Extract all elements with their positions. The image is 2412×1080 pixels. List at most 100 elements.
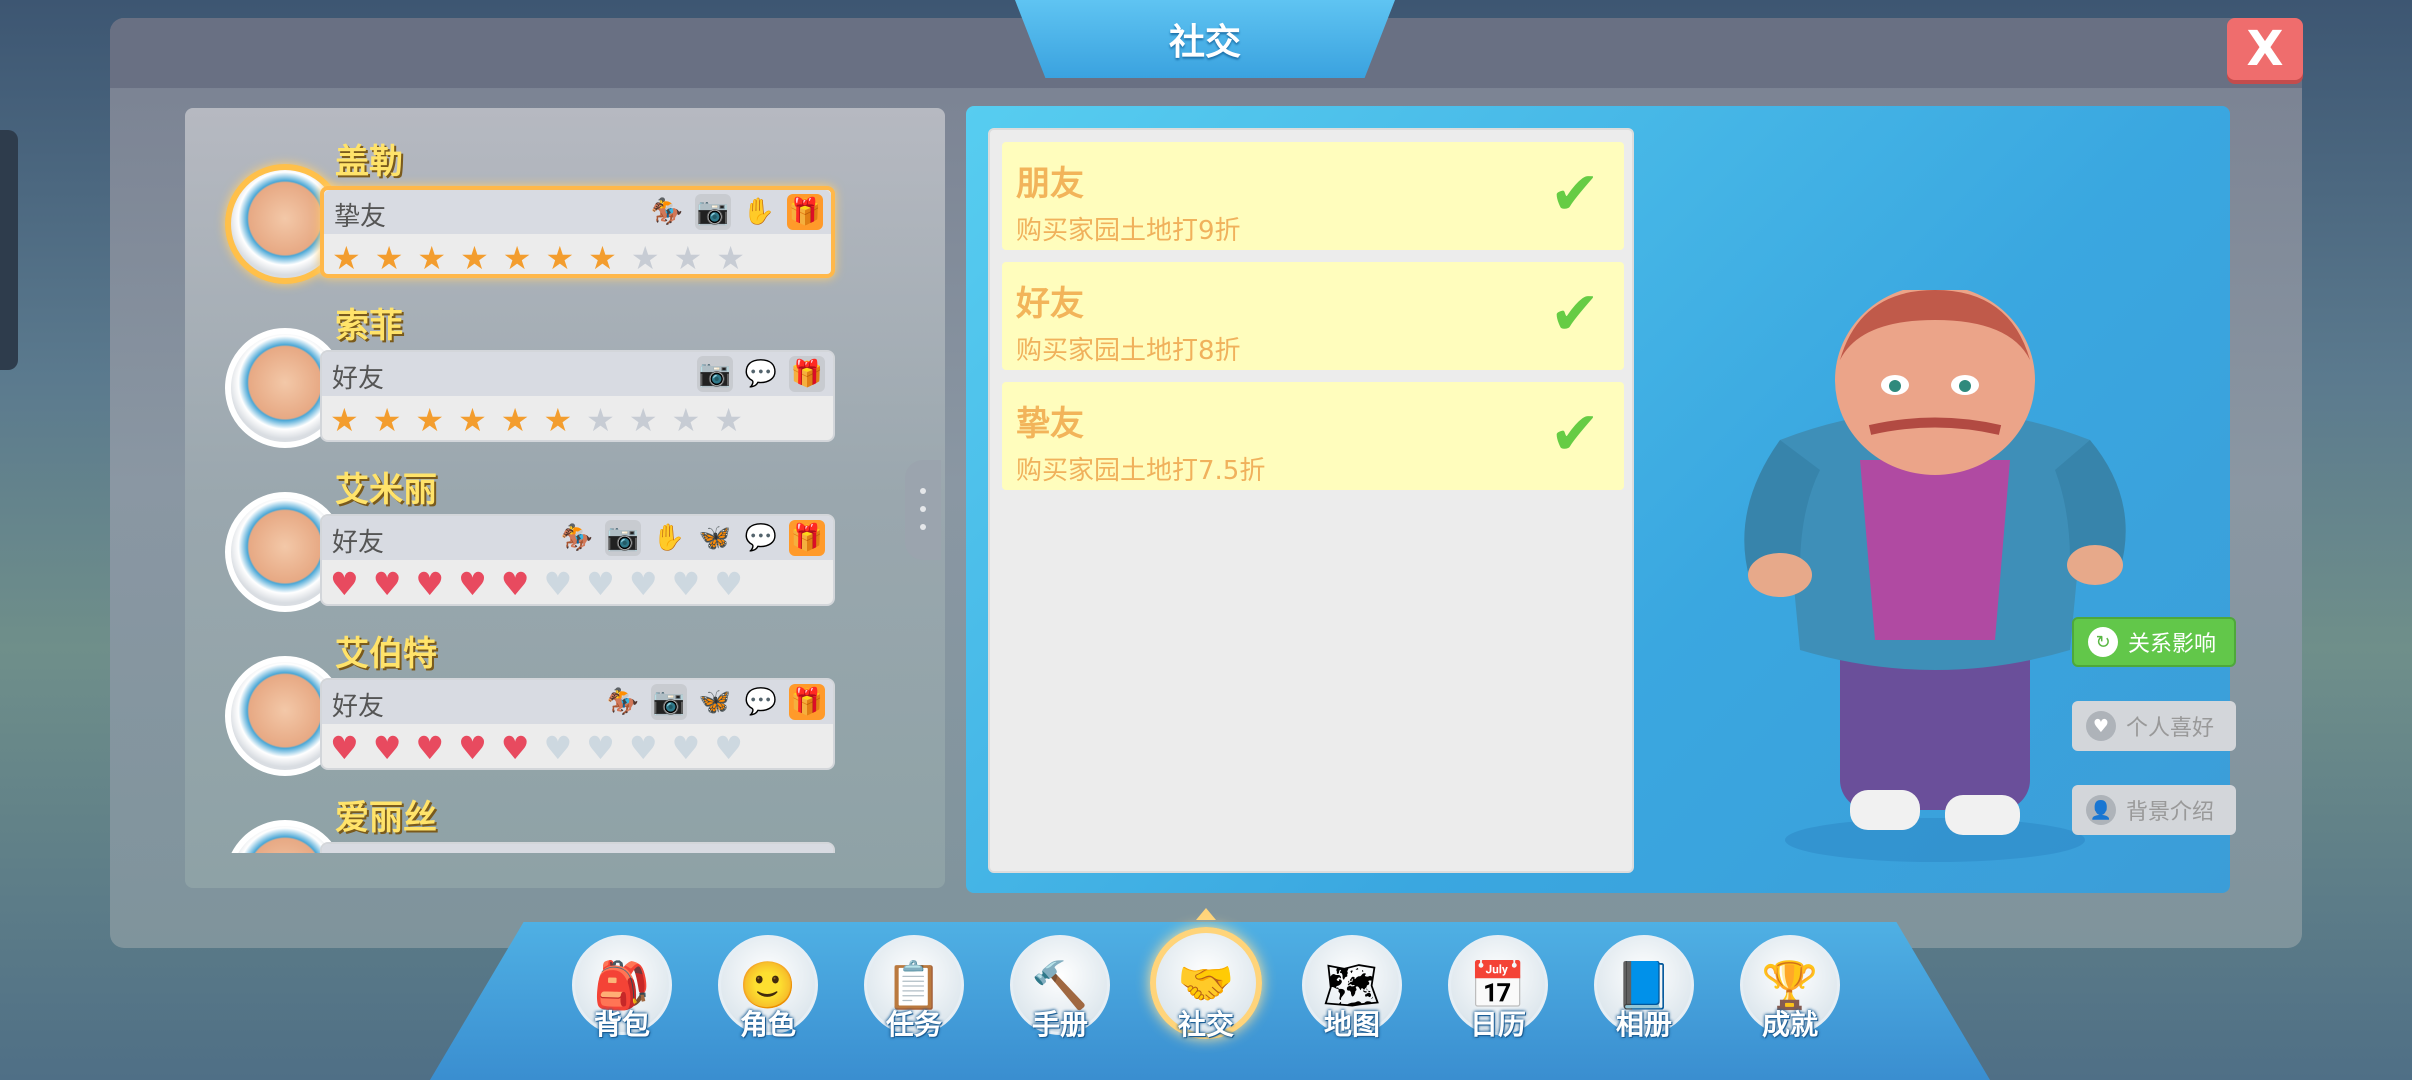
friend-name: 艾伯特 [335, 634, 437, 674]
window-title-tab: 社交 [1015, 0, 1395, 78]
friendship-meter: ♥ ♥ ♥ ♥ ♥ ♥ ♥ ♥ ♥ ♥ [330, 566, 743, 602]
bonus-level: 挚友 [1016, 404, 1084, 444]
detail-tab-label: 关系影响 [2128, 632, 2217, 657]
heart-empty-icon: ♥ [671, 565, 701, 603]
active-nav-caret [1196, 908, 1216, 920]
friend-relation: 好友 [332, 364, 385, 394]
friend-item[interactable]: 爱丽丝 [225, 790, 865, 853]
star-filled-icon: ★ [417, 239, 447, 277]
nav-label: 任务 [885, 1008, 942, 1041]
star-filled-icon: ★ [332, 239, 361, 277]
relation-bonus-item: 挚友 购买家园土地打7.5折 ✔ [1002, 382, 1624, 490]
nav-character[interactable]: 🙂 角色 [718, 935, 818, 1045]
heart-filled-icon: ♥ [372, 565, 402, 603]
friend-status-icons: 🏇 📷 🦋 💬 🎁 [605, 684, 825, 720]
nav-label: 社交 [1177, 1008, 1234, 1041]
friend-status-icons: 🏇 📷 ✋ 🦋 💬 🎁 [559, 520, 825, 556]
nav-album[interactable]: 📘 相册 [1594, 935, 1694, 1045]
nav-backpack[interactable]: 🎒 背包 [572, 935, 672, 1045]
bubble-icon: 💬 [744, 359, 778, 389]
heart-filled-icon: ♥ [415, 565, 445, 603]
friend-item[interactable]: 盖勒 挚友 🏇 📷 ✋ 🎁 ★ ★ ★ ★ ★ ★ ★ ★ ★ ★ [225, 134, 865, 294]
gift-icon: 🎁 [787, 194, 823, 230]
horse-icon: 🏇 [560, 523, 594, 553]
detail-tab[interactable]: ♥ 个人喜好 [2072, 701, 2236, 751]
heart-empty-icon: ♥ [628, 729, 658, 767]
person-icon: 👤 [2086, 795, 2116, 825]
star-empty-icon: ★ [628, 401, 658, 439]
friend-item[interactable]: 艾米丽 好友 🏇 📷 ✋ 🦋 💬 🎁 ♥ ♥ ♥ ♥ ♥ ♥ ♥ ♥ ♥ ♥ [225, 462, 865, 622]
nav-trophy[interactable]: 🏆 成就 [1740, 935, 1840, 1045]
star-filled-icon: ★ [372, 401, 402, 439]
friend-item[interactable]: 索菲 好友 📷 💬 🎁 ★ ★ ★ ★ ★ ★ ★ ★ ★ ★ [225, 298, 865, 458]
bubble-icon: 💬 [744, 687, 778, 717]
glove-icon: ✋ [652, 523, 686, 553]
bonus-level: 好友 [1016, 284, 1084, 324]
nav-calendar[interactable]: 📅 日历 [1448, 935, 1548, 1045]
friend-card [320, 842, 835, 853]
heart-filled-icon: ♥ [330, 565, 359, 603]
heart-empty-icon: ♥ [628, 565, 658, 603]
nav-label: 日历 [1469, 1008, 1526, 1041]
star-empty-icon: ★ [630, 239, 660, 277]
detail-tab[interactable]: 👤 背景介绍 [2072, 785, 2236, 835]
relation-bonus-list: 朋友 购买家园土地打9折 ✔ 好友 购买家园土地打8折 ✔ 挚友 购买家园土地打… [988, 128, 1634, 873]
check-icon: ✔ [1549, 279, 1600, 349]
nav-clipboard[interactable]: 📋 任务 [864, 935, 964, 1045]
panel-drag-handle[interactable] [905, 460, 941, 560]
star-filled-icon: ★ [545, 239, 575, 277]
star-filled-icon: ★ [543, 401, 573, 439]
friend-card: 好友 🏇 📷 ✋ 🦋 💬 🎁 ♥ ♥ ♥ ♥ ♥ ♥ ♥ ♥ ♥ ♥ [320, 514, 835, 606]
relation-bonus-item: 好友 购买家园土地打8折 ✔ [1002, 262, 1624, 370]
glove-icon: ✋ [742, 197, 776, 227]
detail-tab-label: 个人喜好 [2126, 716, 2215, 741]
friend-name: 爱丽丝 [335, 798, 437, 838]
camera-icon: 📷 [695, 194, 731, 230]
nav-label: 地图 [1323, 1008, 1380, 1041]
camera-icon: 📷 [605, 520, 641, 556]
star-filled-icon: ★ [330, 401, 359, 439]
friend-status-icons: 📷 💬 🎁 [697, 356, 825, 392]
heart-empty-icon: ♥ [714, 729, 743, 767]
heart-hand-icon: ♥ [2086, 711, 2116, 741]
detail-tab-label: 背景介绍 [2126, 800, 2215, 825]
heart-filled-icon: ♥ [330, 729, 359, 767]
friend-name: 盖勒 [335, 142, 403, 182]
heart-filled-icon: ♥ [458, 729, 487, 767]
heart-empty-icon: ♥ [586, 565, 615, 603]
nav-map[interactable]: 🗺 地图 [1302, 935, 1402, 1045]
camera-icon: 📷 [697, 356, 733, 392]
heart-empty-icon: ♥ [671, 729, 701, 767]
friend-card: 挚友 🏇 📷 ✋ 🎁 ★ ★ ★ ★ ★ ★ ★ ★ ★ ★ [320, 186, 835, 278]
window-title: 社交 [1168, 22, 1241, 63]
friend-status-icons: 🏇 📷 ✋ 🎁 [649, 194, 823, 230]
friend-list[interactable]: 盖勒 挚友 🏇 📷 ✋ 🎁 ★ ★ ★ ★ ★ ★ ★ ★ ★ ★ 索菲 好友 📷 💬 🎁 ★ ★ ★ ★ ★ ★ ★ ★… [185, 108, 945, 853]
star-empty-icon: ★ [673, 239, 703, 277]
star-filled-icon: ★ [415, 401, 445, 439]
camera-icon: 📷 [651, 684, 687, 720]
heart-filled-icon: ♥ [500, 565, 530, 603]
character-model [1744, 290, 2126, 862]
gift-icon: 🎁 [789, 520, 825, 556]
friend-card: 好友 📷 💬 🎁 ★ ★ ★ ★ ★ ★ ★ ★ ★ ★ [320, 350, 835, 442]
heart-filled-icon: ♥ [415, 729, 445, 767]
heart-filled-icon: ♥ [458, 565, 487, 603]
star-filled-icon: ★ [588, 239, 617, 277]
nav-handshake[interactable]: 🤝 社交 [1150, 927, 1262, 1045]
bonus-description: 购买家园土地打7.5折 [1016, 456, 1266, 486]
left-edge-shadow [0, 130, 18, 370]
bubble-icon: 💬 [744, 523, 778, 553]
star-empty-icon: ★ [714, 401, 743, 439]
heart-empty-icon: ♥ [586, 729, 615, 767]
nav-hammer[interactable]: 🔨 手册 [1010, 935, 1110, 1045]
nav-label: 背包 [593, 1008, 650, 1041]
butterfly-icon: 🦋 [698, 523, 732, 553]
detail-tab[interactable]: ↻ 关系影响 [2072, 617, 2236, 667]
friend-item[interactable]: 艾伯特 好友 🏇 📷 🦋 💬 🎁 ♥ ♥ ♥ ♥ ♥ ♥ ♥ ♥ ♥ ♥ [225, 626, 865, 786]
close-button[interactable]: X [2227, 18, 2303, 80]
friend-card: 好友 🏇 📷 🦋 💬 🎁 ♥ ♥ ♥ ♥ ♥ ♥ ♥ ♥ ♥ ♥ [320, 678, 835, 770]
friend-relation: 好友 [332, 692, 385, 722]
star-empty-icon: ★ [671, 401, 701, 439]
friendship-meter: ★ ★ ★ ★ ★ ★ ★ ★ ★ ★ [332, 240, 745, 276]
relation-bonus-item: 朋友 购买家园土地打9折 ✔ [1002, 142, 1624, 250]
